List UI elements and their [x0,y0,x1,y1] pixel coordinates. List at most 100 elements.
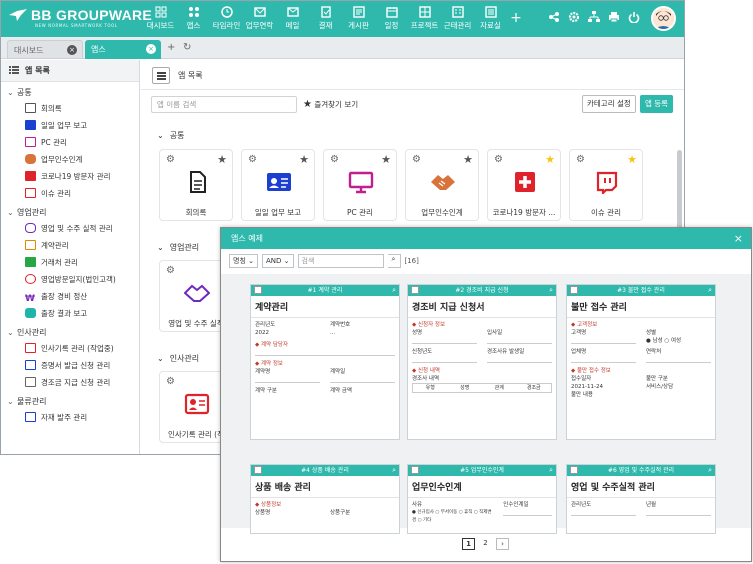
gear-icon[interactable]: ⚙ [166,376,175,387]
sidebar-item[interactable]: 회의록 [1,100,139,117]
tab-dashboard[interactable]: 대시보드 × [7,40,83,59]
gear-icon[interactable]: ⚙ [166,154,175,165]
page-button[interactable]: 2 [479,538,492,550]
sidebar-group-hr[interactable]: ⌄ 인사관리 [1,322,139,340]
sidebar-item[interactable]: 거래처 관리 [1,254,139,271]
sidebar-group-common[interactable]: ⌄ 공통 [1,82,139,100]
template-card[interactable]: #2 경조비 지급 신청 ⌕ 경조비 지급 신청서 ◆ 신청자 정보 성명 입사일 … [407,284,557,440]
zoom-icon[interactable]: ⌕ [392,285,396,296]
gear-icon[interactable]: ⚙ [494,154,503,165]
star-icon[interactable]: ★ [381,153,391,166]
register-app-button[interactable]: 앱 등록 [640,95,674,113]
operator-select[interactable]: AND ⌄ [261,254,294,268]
close-icon[interactable]: × [67,45,77,55]
select-checkbox[interactable] [570,466,578,474]
sidebar-item[interactable]: 자재 발주 관리 [1,409,139,426]
sidebar-item[interactable]: 계약관리 [1,237,139,254]
select-checkbox[interactable] [254,286,262,294]
star-icon[interactable]: ★ [463,153,473,166]
zoom-icon[interactable]: ⌕ [708,285,712,296]
nav-project[interactable]: 프로젝트 [408,3,441,33]
hamburger-menu-icon[interactable] [152,67,170,84]
search-icon[interactable]: ⌕ [387,254,401,268]
app-card[interactable]: ⚙ ★ 이슈 관리 [569,149,643,221]
refresh-icon[interactable]: ↻ [183,42,191,53]
section-hr[interactable]: ⌄ 인사관리 [157,353,199,364]
sidebar-item[interactable]: 영업 및 수주 실적 관리 [1,220,139,237]
sidebar-item[interactable]: 출장 결과 보고 [1,305,139,322]
nav-archive[interactable]: 자료실 [474,3,507,33]
sidebar-group-logistics[interactable]: ⌄ 물류관리 [1,391,139,409]
sidebar-item[interactable]: PC 관리 [1,134,139,151]
nav-timeline[interactable]: 타임라인 [210,3,243,33]
star-icon[interactable]: ★ [545,153,555,166]
app-card[interactable]: ⚙ ★ 코로나19 방문자 ... [487,149,561,221]
power-icon[interactable] [628,11,640,23]
tab-apps[interactable]: 앱스 × [85,40,161,59]
add-tab-icon[interactable]: + [167,42,175,53]
add-menu-icon[interactable]: + [507,3,525,33]
app-card[interactable]: ⚙ ★ 업무인수인계 [405,149,479,221]
nav-dashboard[interactable]: 대시보드 [144,3,177,33]
share-icon[interactable] [548,11,560,23]
section-common[interactable]: ⌄ 공통 [157,130,184,141]
close-icon[interactable]: × [734,228,743,249]
org-chart-icon[interactable] [588,11,600,23]
section-sales[interactable]: ⌄ 영업관리 [157,242,199,253]
nav-approval[interactable]: 결재 [309,3,342,33]
search-input[interactable]: 검색 [297,254,384,268]
sidebar-item[interactable]: 경조금 지급 신청 관리 [1,374,139,391]
select-checkbox[interactable] [570,286,578,294]
nav-attendance[interactable]: 근태관리 [441,3,474,33]
star-icon[interactable]: ★ [627,153,637,166]
sidebar-item[interactable]: 일일 업무 보고 [1,117,139,134]
gear-icon[interactable]: ⚙ [576,154,585,165]
favorites-toggle[interactable]: ★ 즐겨찾기 보기 [303,99,358,110]
select-checkbox[interactable] [254,466,262,474]
medical-cross-icon [25,171,36,181]
sidebar-item[interactable]: ₩ 출장 경비 정산 [1,288,139,305]
avatar[interactable] [651,6,676,31]
template-card[interactable]: #6 영업 및 수주실적 관리 ⌕ 영업 및 수주실적 관리 관리년도 년월 [566,464,716,534]
app-card[interactable]: ⚙ ★ 회의록 [159,149,233,221]
zoom-icon[interactable]: ⌕ [392,465,396,476]
nav-work-contact[interactable]: 업무연락 [243,3,276,33]
zoom-icon[interactable]: ⌕ [549,285,553,296]
template-card[interactable]: #5 업무인수인계 ⌕ 업무인수인계 사유 ● 신규입사 ○ 부서이동 ○ 휴직 ○… [407,464,557,534]
sidebar-item[interactable]: 증명서 발급 신청 관리 [1,357,139,374]
field-select[interactable]: 명칭 ⌄ [229,254,258,268]
select-checkbox[interactable] [411,466,419,474]
logo[interactable]: BB GROUPWARE NEW NORMAL SMARTWORK TOOL [9,7,152,28]
sidebar-item[interactable]: 영업방문일지(법인고객) [1,271,139,288]
template-card[interactable]: #4 상품 배송 관리 ⌕ 상품 배송 관리 ◆ 상품정보 상품명 상품구분 [250,464,400,534]
next-page-icon[interactable]: › [496,538,509,550]
select-checkbox[interactable] [411,286,419,294]
category-settings-button[interactable]: 카테고리 설정 [582,95,636,113]
nav-board[interactable]: 게시판 [342,3,375,33]
gear-icon[interactable] [568,11,580,23]
zoom-icon[interactable]: ⌕ [708,465,712,476]
star-icon[interactable]: ★ [299,153,309,166]
zoom-icon[interactable]: ⌕ [549,465,553,476]
app-card[interactable]: ⚙ ★ PC 관리 [323,149,397,221]
sidebar-item[interactable]: 인사기록 관리 (작업중) [1,340,139,357]
nav-schedule[interactable]: 일정 [375,3,408,33]
app-search-input[interactable]: 앱 이름 검색 [151,96,297,113]
nav-apps[interactable]: 앱스 [177,3,210,33]
print-icon[interactable] [608,11,620,23]
gear-icon[interactable]: ⚙ [330,154,339,165]
template-card[interactable]: #1 계약 관리 ⌕ 계약관리 관리년도 2022 계약번호... ◆ 계약 담당자 … [250,284,400,440]
gear-icon[interactable]: ⚙ [166,265,175,276]
nav-mail[interactable]: 메일 [276,3,309,33]
template-card[interactable]: #3 불만 접수 관리 ⌕ 불만 접수 관리 ◆ 고객정보 고객명 성별 ● 남성 ○… [566,284,716,440]
sidebar-item[interactable]: 코로나19 방문자 관리 [1,168,139,185]
close-icon[interactable]: × [146,44,156,54]
gear-icon[interactable]: ⚙ [412,154,421,165]
gear-icon[interactable]: ⚙ [248,154,257,165]
star-icon[interactable]: ★ [217,153,227,166]
page-button[interactable]: 1 [462,538,475,550]
sidebar-item[interactable]: 이슈 관리 [1,185,139,202]
app-card[interactable]: ⚙ ★ 일일 업무 보고 [241,149,315,221]
sidebar-item[interactable]: 업무인수인계 [1,151,139,168]
sidebar-group-sales[interactable]: ⌄ 영업관리 [1,202,139,220]
